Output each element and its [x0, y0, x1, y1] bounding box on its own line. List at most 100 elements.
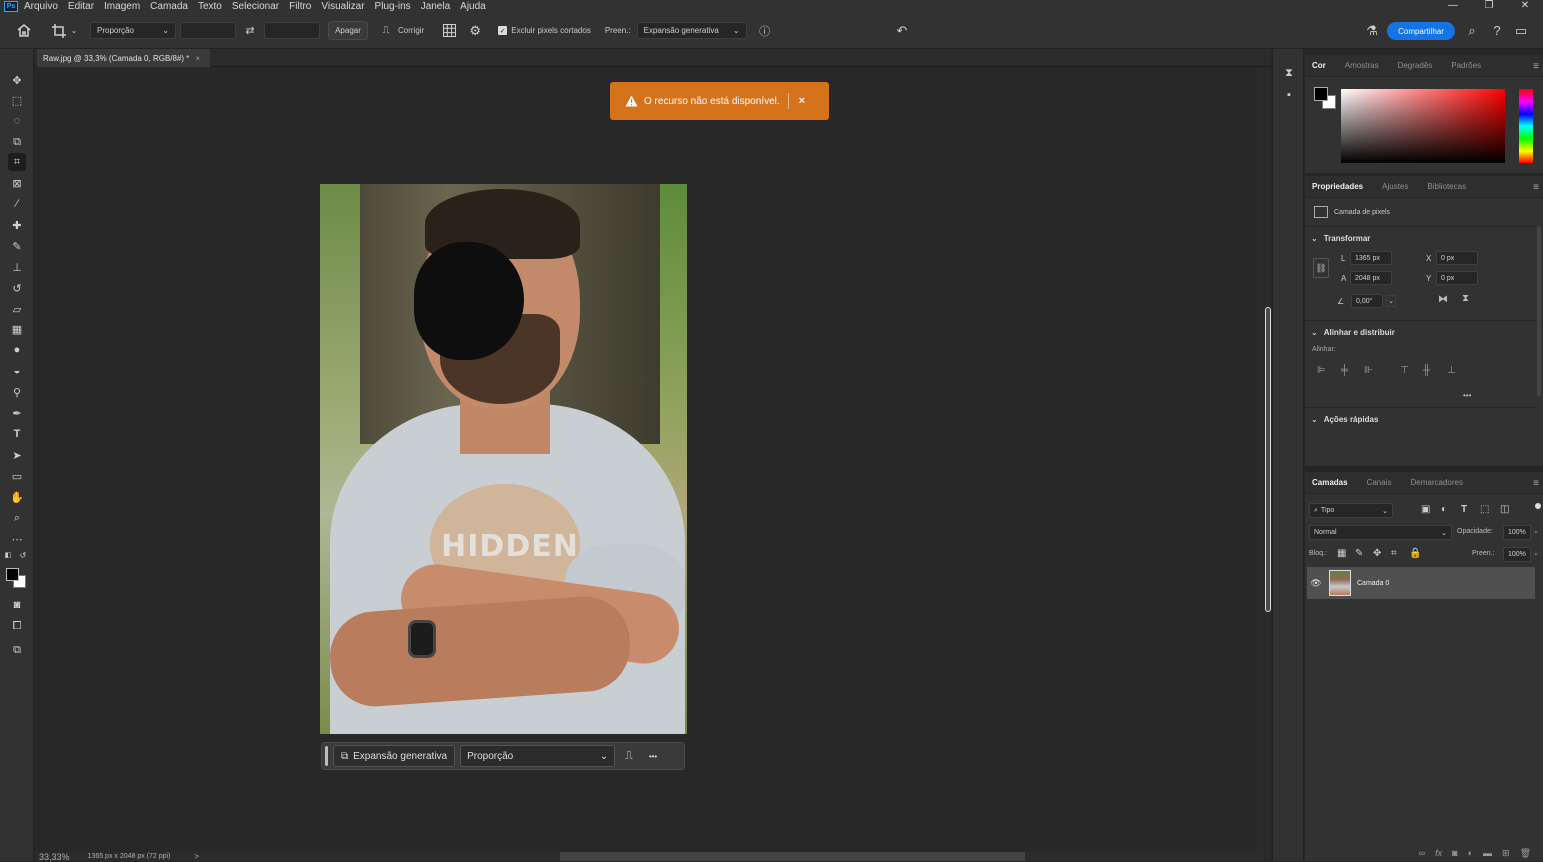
- opacity-field[interactable]: 100%: [1503, 525, 1531, 540]
- link-layers-icon[interactable]: ∞: [1419, 848, 1425, 858]
- tab-propriedades[interactable]: Propriedades: [1309, 180, 1366, 193]
- menu-filtro[interactable]: Filtro: [289, 1, 311, 12]
- comments-panel-icon[interactable]: ▪: [1281, 87, 1297, 103]
- blur-tool-icon[interactable]: ●: [8, 341, 26, 359]
- minimize-icon[interactable]: —: [1435, 0, 1471, 11]
- menu-visualizar[interactable]: Visualizar: [321, 1, 364, 12]
- lock-artboard-icon[interactable]: ⌗: [1391, 548, 1397, 559]
- link-dimensions-icon[interactable]: ⛓: [1313, 258, 1329, 278]
- filter-smart-object-icon[interactable]: ◫: [1500, 504, 1509, 515]
- restore-icon[interactable]: ❐: [1471, 0, 1507, 11]
- marquee-tool-icon[interactable]: ⬚: [8, 91, 26, 109]
- swap-icon[interactable]: ⇄: [240, 24, 260, 37]
- flask-icon[interactable]: ⚗: [1364, 23, 1380, 39]
- align-section-title[interactable]: ⌄ Alinhar e distribuir: [1311, 328, 1395, 337]
- history-brush-tool-icon[interactable]: ↺: [8, 279, 26, 297]
- delete-cropped-checkbox[interactable]: ✓: [498, 26, 508, 35]
- chevron-down-icon[interactable]: ⌄: [1533, 549, 1539, 557]
- align-top-icon[interactable]: ⊤: [1400, 365, 1409, 376]
- menu-arquivo[interactable]: Arquivo: [24, 1, 58, 12]
- hue-slider[interactable]: [1519, 89, 1533, 163]
- document-image[interactable]: HIDDEN: [320, 184, 687, 734]
- filter-shape-icon[interactable]: ⬚: [1480, 504, 1489, 515]
- document-tab[interactable]: Raw.jpg @ 33,3% (Camada 0, RGB/8#) * ×: [37, 49, 211, 67]
- grid-overlay-icon[interactable]: [440, 24, 458, 37]
- drag-handle[interactable]: [325, 746, 328, 766]
- flip-horizontal-icon[interactable]: ⧓: [1438, 294, 1448, 305]
- more-align-options-icon[interactable]: •••: [1463, 391, 1471, 400]
- filter-type-icon[interactable]: T: [1461, 504, 1467, 515]
- delete-layer-icon[interactable]: 🗑: [1520, 848, 1531, 859]
- object-select-tool-icon[interactable]: ⧉: [8, 133, 26, 151]
- tab-camadas[interactable]: Camadas: [1309, 476, 1351, 489]
- crop-tool-icon[interactable]: [48, 23, 70, 38]
- menu-camada[interactable]: Camada: [150, 1, 188, 12]
- chevron-down-icon[interactable]: ⌄: [70, 26, 78, 35]
- close-toast-icon[interactable]: ×: [799, 95, 805, 107]
- straighten-label[interactable]: Corrigir: [398, 26, 424, 35]
- menu-janela[interactable]: Janela: [421, 1, 450, 12]
- swap-colors-icon[interactable]: ↺: [18, 550, 28, 560]
- default-colors-icon[interactable]: ◧: [3, 550, 13, 560]
- gradient-tool-icon[interactable]: ▦: [8, 320, 26, 338]
- y-field[interactable]: 0 px: [1436, 271, 1478, 285]
- history-panel-icon[interactable]: ⧗: [1281, 65, 1297, 81]
- zoom-level[interactable]: 33,33%: [39, 852, 70, 862]
- filter-toggle-icon[interactable]: [1535, 503, 1541, 509]
- home-icon[interactable]: [14, 24, 34, 37]
- lock-transparent-icon[interactable]: ▦: [1337, 548, 1346, 559]
- new-layer-icon[interactable]: ⊞: [1502, 848, 1510, 859]
- status-menu-arrow[interactable]: >: [194, 852, 199, 861]
- help-icon[interactable]: ?: [1489, 23, 1505, 38]
- align-bottom-icon[interactable]: ⊥: [1447, 365, 1456, 376]
- sponge-tool-icon[interactable]: ⚲: [8, 383, 26, 401]
- straighten-icon[interactable]: ⎍: [625, 750, 633, 763]
- healing-brush-tool-icon[interactable]: ✚: [8, 216, 26, 234]
- dodge-tool-icon[interactable]: ◒: [8, 362, 26, 380]
- frame-tool-icon[interactable]: ⊠: [8, 174, 26, 192]
- tab-canais[interactable]: Canais: [1364, 476, 1395, 489]
- color-picker-field[interactable]: [1341, 89, 1505, 163]
- generative-expand-button[interactable]: ⧉ Expansão generativa: [333, 745, 456, 767]
- quick-mask-icon[interactable]: ◙: [8, 596, 26, 614]
- close-tab-icon[interactable]: ×: [195, 54, 200, 63]
- straighten-icon[interactable]: ⎍: [378, 25, 394, 36]
- menu-imagem[interactable]: Imagem: [104, 1, 140, 12]
- height-ratio-input[interactable]: [264, 22, 320, 39]
- workspace-icon[interactable]: ▭: [1513, 23, 1529, 39]
- properties-scrollbar[interactable]: [1537, 226, 1541, 396]
- chevron-down-icon[interactable]: ⌄: [1533, 527, 1539, 535]
- more-options-icon[interactable]: •••: [649, 752, 657, 761]
- align-middle-v-icon[interactable]: ╫: [1423, 365, 1430, 376]
- context-ratio-select[interactable]: Proporção ⌄: [460, 745, 616, 767]
- horizontal-scroll-thumb[interactable]: [560, 852, 1025, 861]
- more-tools-icon[interactable]: ⋯: [8, 530, 26, 548]
- search-icon[interactable]: ⌕: [1464, 23, 1480, 39]
- crop-tool-icon[interactable]: ⌗: [8, 153, 26, 171]
- vertical-scroll-thumb[interactable]: [1265, 307, 1271, 612]
- tab-padroes[interactable]: Padrões: [1448, 59, 1484, 72]
- lock-position-icon[interactable]: ✥: [1373, 548, 1381, 559]
- adjustment-layer-icon[interactable]: ◐: [1468, 848, 1473, 858]
- menu-texto[interactable]: Texto: [198, 1, 222, 12]
- layer-filter-select[interactable]: ⌕ Tipo ⌄: [1309, 503, 1393, 518]
- quick-actions-section-title[interactable]: ⌄ Ações rápidas: [1311, 415, 1378, 424]
- path-select-tool-icon[interactable]: ➤: [8, 446, 26, 464]
- edit-toolbar-icon[interactable]: ⧉: [8, 641, 26, 659]
- close-window-icon[interactable]: ✕: [1507, 0, 1543, 11]
- brush-tool-icon[interactable]: ✎: [8, 237, 26, 255]
- angle-field[interactable]: 0,00°: [1351, 294, 1383, 308]
- screen-mode-icon[interactable]: ⧠: [8, 617, 26, 635]
- info-icon[interactable]: ⓘ: [757, 23, 773, 39]
- filter-pixel-icon[interactable]: ▣: [1421, 504, 1430, 515]
- panel-menu-icon[interactable]: ≡: [1533, 478, 1539, 489]
- x-field[interactable]: 0 px: [1436, 251, 1478, 265]
- tab-demarcadores[interactable]: Demarcadores: [1407, 476, 1465, 489]
- foreground-color-swatch[interactable]: [1314, 87, 1328, 101]
- tab-amostras[interactable]: Amostras: [1342, 59, 1382, 72]
- transform-section-title[interactable]: ⌄ Transformar: [1311, 234, 1370, 243]
- undo-reset-icon[interactable]: ↶: [894, 23, 910, 39]
- menu-ajuda[interactable]: Ajuda: [460, 1, 486, 12]
- tab-degrades[interactable]: Degradês: [1395, 59, 1436, 72]
- height-field[interactable]: 2048 px: [1350, 271, 1392, 285]
